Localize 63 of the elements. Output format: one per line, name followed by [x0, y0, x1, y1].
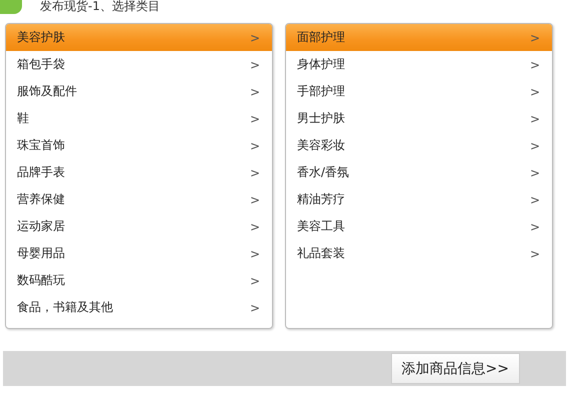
category-item[interactable]: 美容工具 >: [286, 213, 552, 240]
category-label: 鞋: [17, 110, 29, 127]
chevron-text: >: [250, 166, 260, 180]
chevron-text: >: [250, 84, 260, 98]
category-label: 精油芳疗: [297, 191, 345, 208]
category-label: 美容护肤: [17, 29, 65, 46]
add-product-info-button[interactable]: 添加商品信息>>: [390, 353, 520, 384]
page-title: 发布现货-1、选择类目: [40, 0, 160, 15]
category-item[interactable]: 食品，书籍及其他 >: [6, 294, 272, 321]
category-item[interactable]: 美容护肤 >: [6, 24, 272, 51]
category-item[interactable]: 珠宝首饰 >: [6, 132, 272, 159]
category-label: 数码酷玩: [17, 272, 65, 289]
chevron-text: >: [530, 58, 540, 72]
category-item[interactable]: 身体护理 >: [286, 51, 552, 78]
step-badge: [0, 0, 22, 14]
chevron-text: >: [530, 84, 540, 98]
category-item[interactable]: 美容彩妆 >: [286, 132, 552, 159]
category-label: 面部护理: [297, 29, 345, 46]
category-label: 男士护肤: [297, 110, 345, 127]
category-label: 美容工具: [297, 218, 345, 235]
category-item[interactable]: 礼品套装 >: [286, 240, 552, 267]
category-item[interactable]: 服饰及配件 >: [6, 78, 272, 105]
category-item[interactable]: 鞋 >: [6, 105, 272, 132]
chevron-text: >: [530, 246, 540, 260]
chevron-text: >: [250, 220, 260, 234]
category-item[interactable]: 箱包手袋 >: [6, 51, 272, 78]
chevron-text: >: [250, 30, 260, 44]
chevron-text: >: [530, 112, 540, 126]
category-label: 箱包手袋: [17, 56, 65, 73]
chevron-text: >: [530, 192, 540, 206]
chevron-text: >: [530, 220, 540, 234]
category-label: 礼品套装: [297, 245, 345, 262]
category-item[interactable]: 品牌手表 >: [6, 159, 272, 186]
category-item[interactable]: 手部护理 >: [286, 78, 552, 105]
category-label: 母婴用品: [17, 245, 65, 262]
category-label: 手部护理: [297, 83, 345, 100]
chevron-text: >: [250, 112, 260, 126]
category-item[interactable]: 母婴用品 >: [6, 240, 272, 267]
chevron-text: >: [250, 300, 260, 314]
category-label: 食品，书籍及其他: [17, 299, 113, 316]
category-item[interactable]: 男士护肤 >: [286, 105, 552, 132]
category-item[interactable]: 营养保健 >: [6, 186, 272, 213]
category-item[interactable]: 精油芳疗 >: [286, 186, 552, 213]
category-item[interactable]: 面部护理 >: [286, 24, 552, 51]
category-item[interactable]: 数码酷玩 >: [6, 267, 272, 294]
category-item[interactable]: 香水/香氛 >: [286, 159, 552, 186]
chevron-text: >: [530, 30, 540, 44]
category-label: 香水/香氛: [297, 164, 350, 181]
chevron-text: >: [250, 246, 260, 260]
category-label: 服饰及配件: [17, 83, 77, 100]
category-label: 身体护理: [297, 56, 345, 73]
chevron-text: >: [250, 58, 260, 72]
chevron-text: >: [250, 192, 260, 206]
chevron-text: >: [530, 166, 540, 180]
category-item[interactable]: 运动家居 >: [6, 213, 272, 240]
category-label: 营养保健: [17, 191, 65, 208]
chevron-text: >: [250, 138, 260, 152]
chevron-text: >: [530, 138, 540, 152]
category-label: 运动家居: [17, 218, 65, 235]
category-label: 珠宝首饰: [17, 137, 65, 154]
category-label: 品牌手表: [17, 164, 65, 181]
chevron-text: >: [250, 274, 260, 288]
category-label: 美容彩妆: [297, 137, 345, 154]
